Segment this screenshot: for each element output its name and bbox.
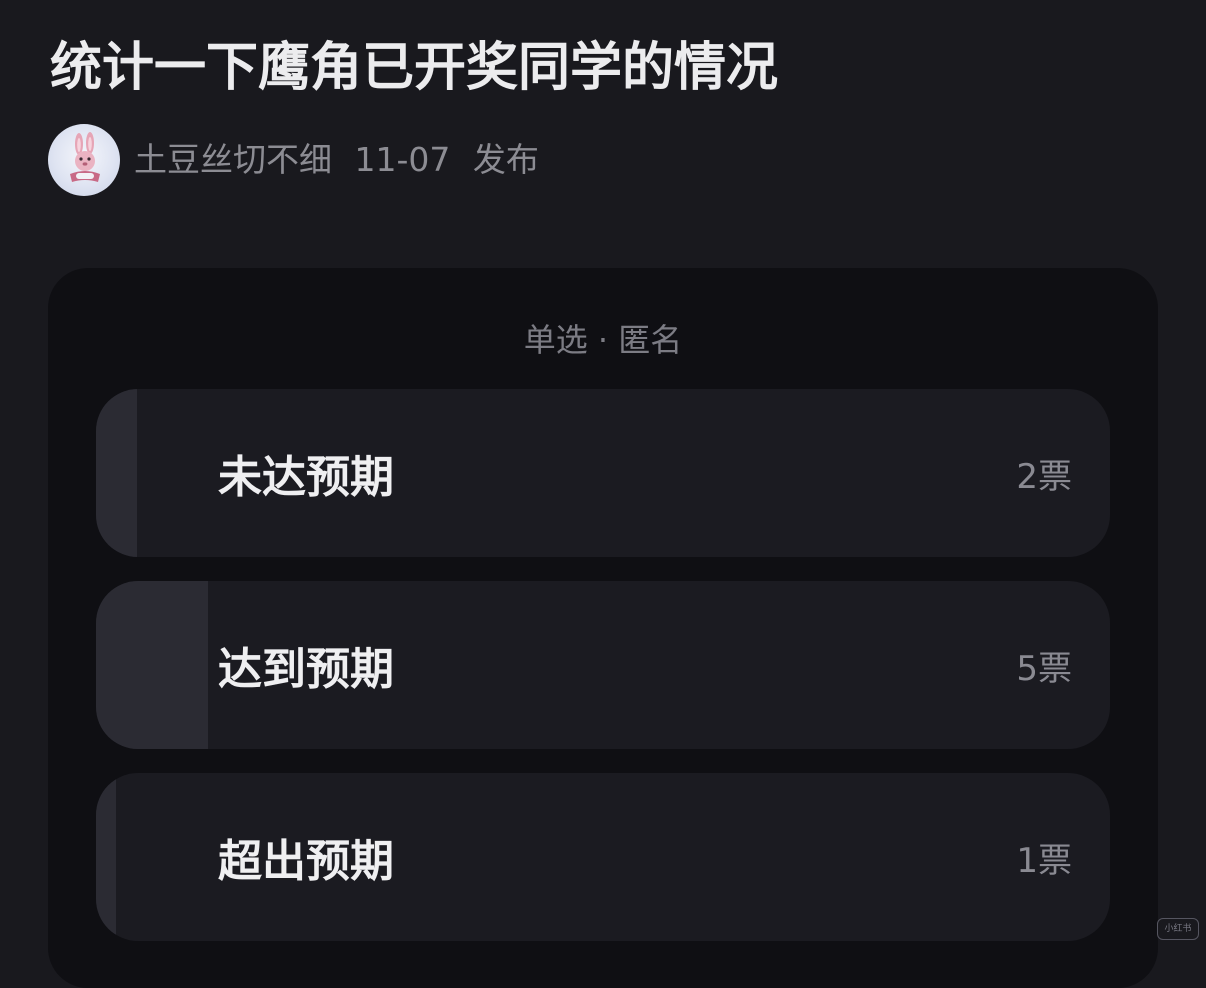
- bunny-avatar-icon: [70, 132, 100, 182]
- poll-option-votes: 5票: [1016, 648, 1072, 689]
- poll-option-not-meet-expectations[interactable]: 未达预期 2票: [96, 389, 1110, 557]
- poll-option-result-bar: [96, 389, 137, 557]
- poll-option-label: 超出预期: [218, 836, 394, 887]
- xiaohongshu-watermark-logo: 小红书: [1157, 918, 1199, 940]
- poll-option-exceed-expectations[interactable]: 超出预期 1票: [96, 773, 1110, 941]
- author-row: 土豆丝切不细 11-07 发布: [48, 124, 539, 196]
- poll-option-result-bar: [96, 773, 117, 941]
- avatar[interactable]: [48, 124, 120, 196]
- poll-option-votes: 2票: [1016, 456, 1072, 497]
- author-name[interactable]: 土豆丝切不细: [134, 140, 332, 179]
- post-action-label: 发布: [472, 140, 539, 179]
- poll-option-result-bar: [96, 581, 208, 749]
- post-date: 11-07: [354, 140, 451, 179]
- poll-mode-label: 单选 · 匿名: [523, 321, 683, 359]
- poll-option-label: 未达预期: [218, 452, 394, 503]
- poll-option-label: 达到预期: [218, 644, 394, 695]
- poll-option-meet-expectations[interactable]: 达到预期 5票: [96, 581, 1110, 749]
- post-title: 统计一下鹰角已开奖同学的情况: [50, 38, 779, 98]
- poll-option-votes: 1票: [1016, 840, 1072, 881]
- author-meta: 土豆丝切不细 11-07 发布: [134, 140, 539, 180]
